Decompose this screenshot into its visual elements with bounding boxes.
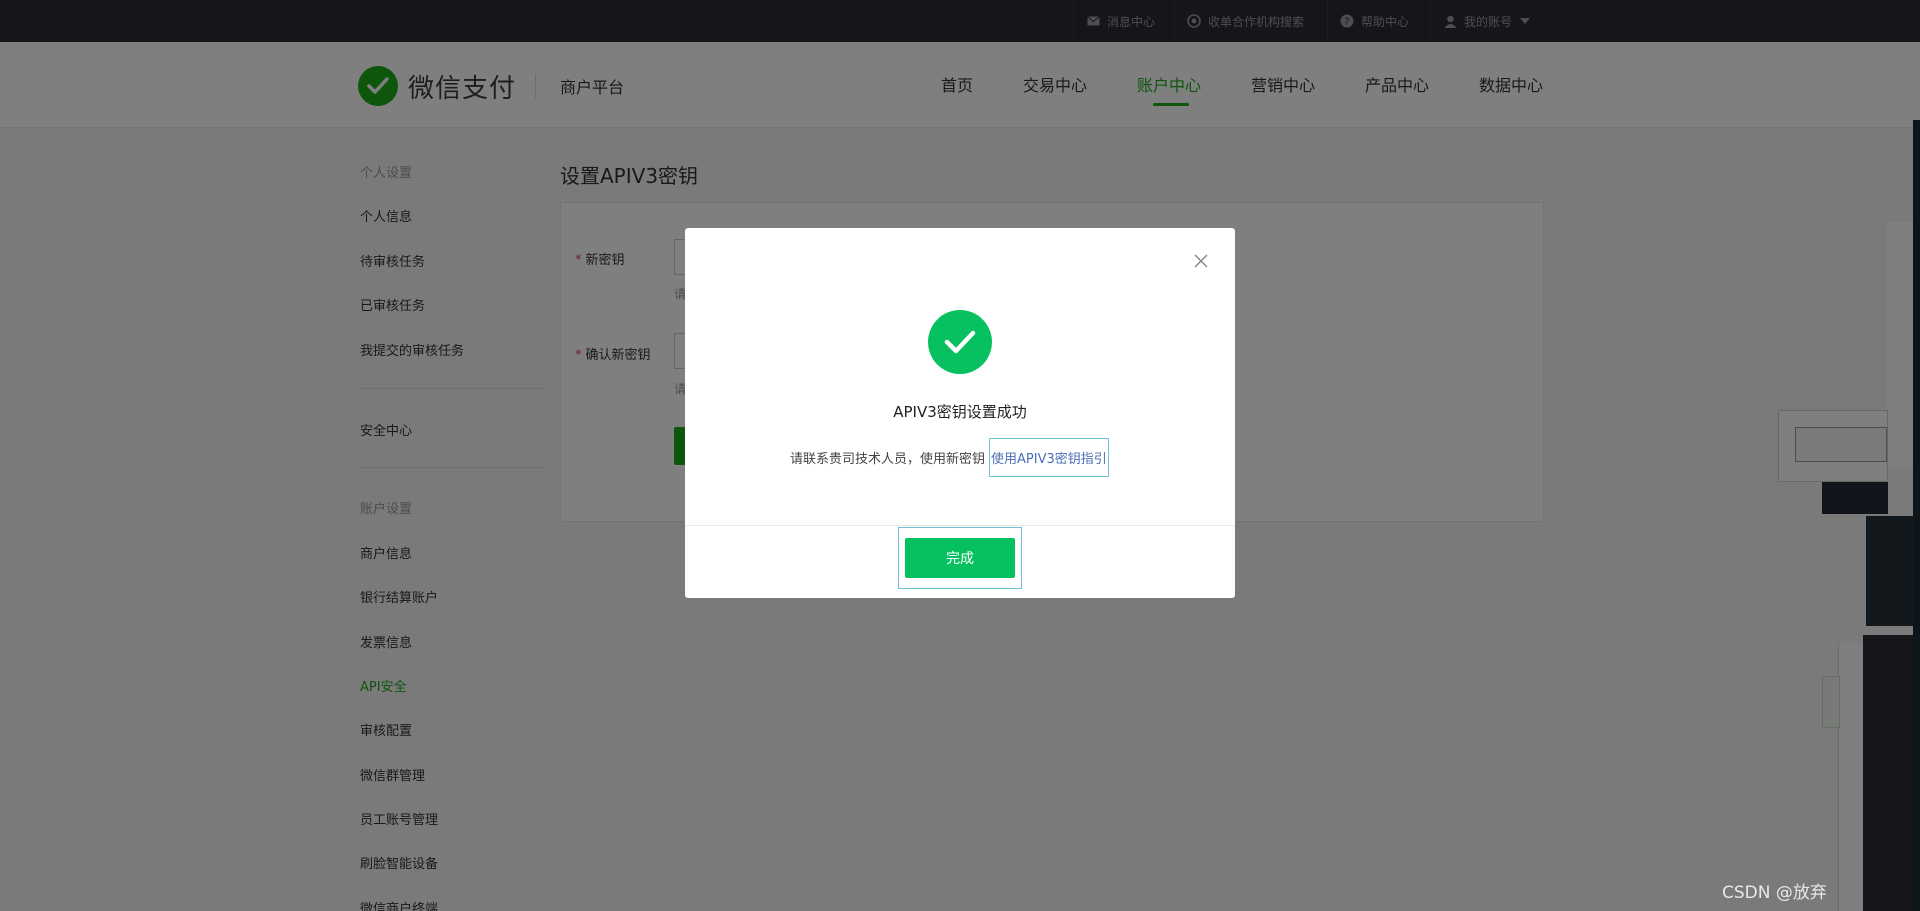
csdn-watermark: CSDN @放弃 [1722, 883, 1827, 903]
close-icon[interactable] [1192, 252, 1210, 270]
done-button-focus-ring: 完成 [898, 527, 1022, 589]
dialog-title: APIV3密钥设置成功 [893, 403, 1027, 421]
apiv3-guide-link[interactable]: 使用APIV3密钥指引 [989, 438, 1109, 477]
dialog-description-text: 请联系贵司技术人员，使用新密钥 [790, 452, 986, 467]
dialog-footer-divider [685, 525, 1235, 526]
done-button[interactable]: 完成 [905, 538, 1015, 578]
dialog-description: 请联系贵司技术人员，使用新密钥 使用APIV3密钥指引 [790, 438, 1109, 477]
success-check-icon [928, 310, 992, 374]
success-dialog: APIV3密钥设置成功 请联系贵司技术人员，使用新密钥 使用APIV3密钥指引 … [685, 228, 1235, 598]
